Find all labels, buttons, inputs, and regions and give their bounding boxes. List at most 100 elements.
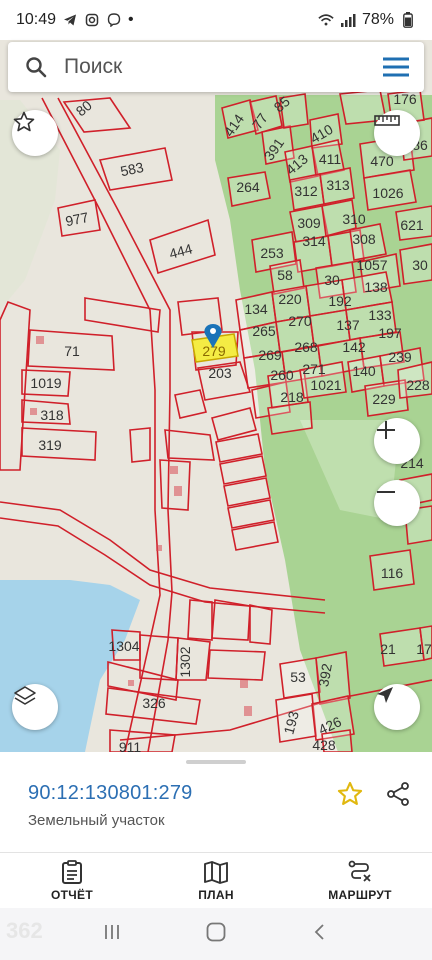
zoom-in-button[interactable] xyxy=(374,418,420,464)
nav-report-label: ОТЧЁТ xyxy=(51,887,93,902)
menu-button[interactable] xyxy=(368,42,424,92)
parcel-label: 1019 xyxy=(30,375,61,391)
parcel-label: 318 xyxy=(40,407,64,423)
parcel-label: 411 xyxy=(319,151,342,167)
search-input[interactable] xyxy=(64,55,368,79)
nav-route-label: МАРШРУТ xyxy=(328,887,392,902)
layers-icon xyxy=(14,686,36,705)
hamburger-menu-icon xyxy=(383,57,409,77)
recent-apps-icon xyxy=(104,924,119,939)
favorites-map-button[interactable] xyxy=(12,110,58,156)
parcel-label: 220 xyxy=(278,291,302,307)
parcel-label: 326 xyxy=(142,695,166,711)
parcel-label: 1057 xyxy=(356,257,387,273)
parcel-label: 319 xyxy=(38,437,62,453)
viber-icon xyxy=(106,12,122,28)
instagram-icon xyxy=(84,12,100,28)
map-icon xyxy=(204,860,228,884)
ruler-button[interactable] xyxy=(374,110,420,156)
favorite-button[interactable] xyxy=(334,778,366,810)
parcel-label: 309 xyxy=(297,215,321,231)
parcel-label: 228 xyxy=(406,377,430,393)
nav-plan-label: ПЛАН xyxy=(198,887,234,902)
sheet-drag-handle[interactable] xyxy=(186,760,246,764)
parcel-label: 116 xyxy=(381,565,404,581)
bottom-navigation: ОТЧЁТ ПЛАН МАРШРУТ xyxy=(0,852,432,908)
recent-apps-button[interactable] xyxy=(102,922,122,947)
parcel-label: 977 xyxy=(64,209,90,230)
parcel-label: 260 xyxy=(270,367,294,383)
parcel-label: 140 xyxy=(352,363,376,379)
parcel-label: 142 xyxy=(342,339,366,355)
my-location-button[interactable] xyxy=(374,684,420,730)
navigation-arrow-icon xyxy=(377,687,393,703)
parcel-label: 310 xyxy=(342,211,366,227)
parcel-label: 1304 xyxy=(108,638,139,654)
parcel-label: 428 xyxy=(312,737,336,752)
parcel-label: 58 xyxy=(277,267,293,283)
parcel-label: 313 xyxy=(326,177,350,193)
map-canvas: 80 85 176 414 77 391 410 583 413 411 470… xyxy=(0,89,432,752)
parcel-label: 268 xyxy=(294,339,318,355)
parcel-label: 271 xyxy=(302,361,326,377)
parcel-label: 253 xyxy=(260,245,284,261)
route-icon xyxy=(348,860,371,882)
parcel-label: 30 xyxy=(324,272,340,288)
parcel-label: 270 xyxy=(288,313,312,329)
share-button[interactable] xyxy=(382,778,414,810)
parcel-label: 30 xyxy=(412,257,428,273)
parcel-label: 1026 xyxy=(372,185,403,201)
home-button[interactable] xyxy=(205,921,227,948)
share-icon xyxy=(387,782,409,806)
parcel-label: 444 xyxy=(167,240,194,262)
parcel-label: 137 xyxy=(336,317,360,333)
parcel-label: 583 xyxy=(119,159,145,180)
app-root: 10:49 • 78% 80 85 176 414 77 391 410 583… xyxy=(0,0,432,960)
parcel-label: 308 xyxy=(352,231,376,247)
ruler-icon xyxy=(374,115,400,126)
status-left: 10:49 • xyxy=(16,11,134,29)
parcel-label: 133 xyxy=(368,307,392,323)
home-icon xyxy=(206,922,226,941)
star-outline-icon xyxy=(13,111,35,132)
parcel-label: 197 xyxy=(378,325,402,341)
parcel-details-sheet[interactable]: 90:12:130801:279 Земельный участок xyxy=(0,752,432,852)
minus-icon xyxy=(377,491,395,493)
clock: 10:49 xyxy=(16,11,57,28)
cadastral-map[interactable]: 80 85 176 414 77 391 410 583 413 411 470… xyxy=(0,40,432,752)
parcel-label: 1021 xyxy=(310,377,341,393)
layers-button[interactable] xyxy=(12,684,58,730)
clipboard-icon xyxy=(62,859,82,884)
signal-icon xyxy=(340,12,356,28)
search-bar xyxy=(8,42,424,92)
zoom-out-button[interactable] xyxy=(374,480,420,526)
back-button[interactable] xyxy=(310,922,330,947)
parcel-label: 269 xyxy=(258,347,282,363)
parcel-label: 621 xyxy=(400,217,424,233)
nav-route[interactable]: МАРШРУТ xyxy=(288,853,432,908)
parcel-label: 264 xyxy=(236,179,260,195)
nav-plan[interactable]: ПЛАН xyxy=(144,853,288,908)
parcel-label: 1302 xyxy=(177,646,193,677)
status-bar: 10:49 • 78% xyxy=(0,0,432,40)
search-icon[interactable] xyxy=(8,42,64,92)
parcel-label: 229 xyxy=(372,391,396,407)
wifi-icon xyxy=(318,12,334,28)
battery-percent: 78% xyxy=(361,11,394,28)
nav-report[interactable]: ОТЧЁТ xyxy=(0,853,144,908)
parcel-label: 176 xyxy=(393,91,417,107)
watermark: 362 xyxy=(6,918,43,943)
parcel-label: 470 xyxy=(370,153,394,169)
star-icon xyxy=(337,781,363,805)
notification-dot: • xyxy=(128,11,134,28)
parcel-label: 312 xyxy=(294,183,318,199)
parcel-label: 17 xyxy=(416,641,432,657)
parcel-label: 911 xyxy=(119,739,142,752)
telegram-icon xyxy=(62,12,78,28)
parcel-label: 314 xyxy=(302,233,326,249)
status-right: 78% xyxy=(318,11,416,29)
parcel-label: 138 xyxy=(364,279,388,295)
system-navigation-bar xyxy=(0,908,432,960)
parcel-label: 192 xyxy=(328,293,352,309)
parcel-label: 265 xyxy=(252,323,276,339)
